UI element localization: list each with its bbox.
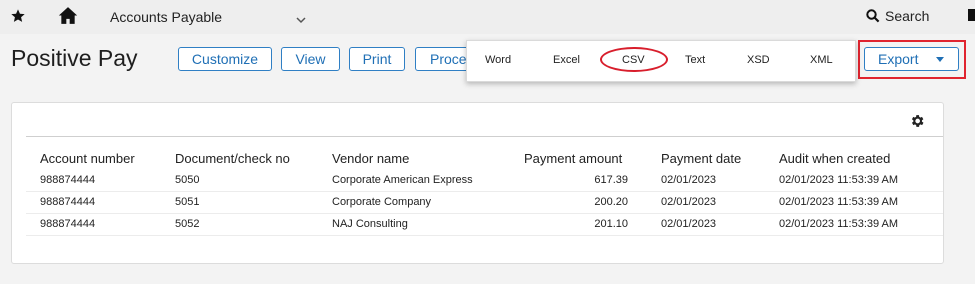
cell-vendor-name: Corporate Company xyxy=(332,196,432,208)
col-payment-date[interactable]: Payment date xyxy=(661,151,741,166)
cell-payment-amount: 200.20 xyxy=(594,196,628,208)
flag-icon[interactable] xyxy=(968,9,975,28)
col-vendor-name[interactable]: Vendor name xyxy=(332,151,409,166)
cell-payment-date: 02/01/2023 xyxy=(661,196,717,208)
export-csv-option[interactable]: CSV xyxy=(622,54,645,66)
page-title: Positive Pay xyxy=(11,45,138,71)
cell-document-no: 5051 xyxy=(175,196,200,208)
search-button[interactable]: Search xyxy=(866,8,929,24)
cell-document-no: 5050 xyxy=(175,174,200,186)
export-text-option[interactable]: Text xyxy=(685,54,705,66)
results-panel: Account number Document/check no Vendor … xyxy=(11,102,944,264)
export-button[interactable]: Export xyxy=(864,47,959,71)
cell-account-number: 988874444 xyxy=(40,174,96,186)
print-button[interactable]: Print xyxy=(349,47,405,71)
cell-audit-created: 02/01/2023 11:53:39 AM xyxy=(779,218,899,230)
col-audit-when-created[interactable]: Audit when created xyxy=(779,151,890,166)
export-label: Export xyxy=(878,51,919,67)
col-document-check-no[interactable]: Document/check no xyxy=(175,151,290,166)
cell-vendor-name: NAJ Consulting xyxy=(332,218,408,230)
home-icon[interactable] xyxy=(58,6,78,30)
view-button[interactable]: View xyxy=(281,47,340,71)
top-bar: Accounts Payable Search xyxy=(0,0,975,34)
cell-audit-created: 02/01/2023 11:53:39 AM xyxy=(779,174,899,186)
gear-icon[interactable] xyxy=(909,113,925,134)
cell-payment-amount: 201.10 xyxy=(594,218,628,230)
export-xsd-option[interactable]: XSD xyxy=(747,54,770,66)
cell-payment-date: 02/01/2023 xyxy=(661,218,717,230)
search-label: Search xyxy=(885,8,930,24)
table-row[interactable]: 988874444 5051 Corporate Company 200.20 … xyxy=(26,192,943,214)
table-row[interactable]: 988874444 5052 NAJ Consulting 201.10 02/… xyxy=(26,214,943,236)
cell-vendor-name: Corporate American Express xyxy=(332,174,473,186)
module-selector[interactable]: Accounts Payable xyxy=(110,9,222,25)
export-word-option[interactable]: Word xyxy=(485,54,511,66)
cell-payment-date: 02/01/2023 xyxy=(661,174,717,186)
col-payment-amount[interactable]: Payment amount xyxy=(524,151,622,166)
col-account-number[interactable]: Account number xyxy=(40,151,135,166)
star-icon[interactable] xyxy=(10,8,26,29)
cell-payment-amount: 617.39 xyxy=(594,174,628,186)
caret-down-icon xyxy=(936,57,944,62)
cell-account-number: 988874444 xyxy=(40,218,96,230)
search-icon xyxy=(866,9,880,23)
panel-divider xyxy=(26,136,943,137)
export-menu: Word Excel CSV Text XSD XML xyxy=(466,40,856,82)
export-excel-option[interactable]: Excel xyxy=(553,54,580,66)
cell-document-no: 5052 xyxy=(175,218,200,230)
export-xml-option[interactable]: XML xyxy=(810,54,833,66)
cell-audit-created: 02/01/2023 11:53:39 AM xyxy=(779,196,899,208)
cell-account-number: 988874444 xyxy=(40,196,96,208)
customize-button[interactable]: Customize xyxy=(178,47,272,71)
table-row[interactable]: 988874444 5050 Corporate American Expres… xyxy=(26,170,943,192)
chevron-down-icon[interactable] xyxy=(296,11,306,29)
